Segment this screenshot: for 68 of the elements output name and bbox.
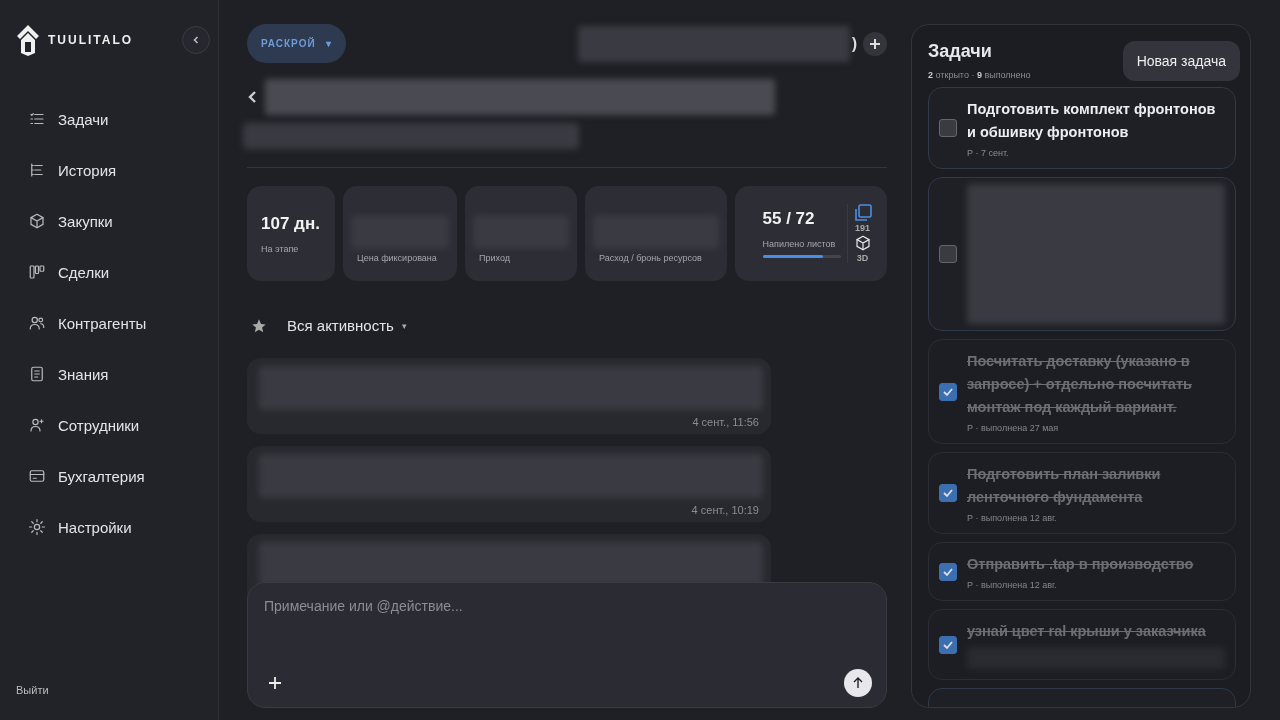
task-checkbox[interactable] <box>939 119 957 137</box>
stat-label: Цена фиксирована <box>356 252 438 263</box>
plus-icon <box>869 37 881 50</box>
stat-label: На этапе <box>261 243 300 254</box>
sidebar-item[interactable]: Сделки <box>28 257 110 287</box>
task-meta: Р · выполнена 27 мая <box>967 423 1060 433</box>
logout-link[interactable]: Выйти <box>0 684 218 696</box>
stat-value: 107 дн. <box>261 213 321 234</box>
task-card[interactable]: Отправить .tap в производство Р · выполнена 12 авг. <box>928 542 1236 601</box>
task-title: узнай цвет ral крыши у заказчика <box>967 622 1207 641</box>
task-summary: 2 открыто · 9 выполнено <box>928 70 1031 80</box>
credit-card-icon <box>28 467 46 485</box>
arrow-up-icon <box>851 676 865 690</box>
task-meta: Р · выполнена 12 авг. <box>967 513 1058 523</box>
task-card[interactable]: Подготовить план заливки ленточного фундамента Р · выполнена 12 авг. <box>928 452 1236 534</box>
sidebar-item[interactable]: Знания <box>28 359 109 389</box>
logo-icon <box>16 24 40 56</box>
send-button[interactable] <box>844 669 872 697</box>
task-title: Подготовить комплект фронтонов и обшивку фронтонов <box>967 100 1217 142</box>
check-icon <box>942 487 954 499</box>
sidebar-item[interactable]: Бухгалтерия <box>28 461 145 491</box>
task-checkbox[interactable] <box>939 562 957 581</box>
copies-icon[interactable] <box>853 204 872 222</box>
stage-dropdown[interactable]: РАСКРОЙ ▾ <box>247 24 346 63</box>
task-checkbox[interactable] <box>939 484 957 502</box>
users-icon <box>28 314 46 332</box>
plus-icon <box>268 676 282 690</box>
cube-icon <box>28 212 46 230</box>
settings-icon <box>28 518 46 536</box>
task-card[interactable]: Посчитать доставку (указано в запросе) + отдельно посчитать монтаж под каждый вариант. Р · выполнена 27 мая <box>928 339 1236 444</box>
columns-icon <box>28 263 46 281</box>
star-icon <box>251 317 267 334</box>
stat-value: 55 / 72 <box>762 209 816 229</box>
back-icon[interactable] <box>247 89 259 105</box>
task-title: Отправить .tap в производство <box>967 555 1195 574</box>
stat-label: Напилено листов <box>762 239 837 249</box>
task-meta: Р · 7 сент. <box>967 148 1010 158</box>
chevron-left-icon <box>191 35 201 45</box>
task-checkbox[interactable] <box>939 382 957 401</box>
activity-time: 4 сент., 11:56 <box>692 416 759 428</box>
task-meta: Р · выполнена 12 авг. <box>967 580 1058 590</box>
new-task-button[interactable]: Новая задача <box>1122 41 1240 81</box>
add-user-icon <box>28 416 46 434</box>
note-input[interactable]: Примечание или @действие... <box>262 597 876 615</box>
task-checkbox[interactable] <box>939 245 957 263</box>
timeline-icon <box>28 161 46 179</box>
activity-time: 4 сент., 10:19 <box>691 504 759 516</box>
sidebar-item[interactable]: Настройки <box>28 512 132 542</box>
sidebar-item[interactable]: Контрагенты <box>28 308 147 338</box>
stat-label: Расход / бронь ресурсов <box>598 252 703 263</box>
activity-filter-dropdown[interactable]: Вся активность ▾ <box>287 317 407 334</box>
stat-label: Приход <box>478 252 511 263</box>
cube-icon <box>853 234 872 252</box>
stat-label: 191 <box>855 223 870 233</box>
panel-title: Задачи <box>928 41 993 62</box>
document-icon <box>28 365 46 383</box>
brand-name: TUULITALO <box>48 33 135 47</box>
sidebar-item[interactable]: Закупки <box>28 206 113 236</box>
stat-label: 3D <box>856 253 869 263</box>
sidebar-item[interactable]: Сотрудники <box>28 410 140 440</box>
task-title: Посчитать доставку (указано в запросе) + отдельно посчитать монтаж под каждый вариант. <box>967 352 1193 417</box>
sidebar-item[interactable]: Задачи <box>28 104 109 134</box>
task-title: Подготовить план заливки ленточного фундамента <box>967 465 1162 507</box>
task-checkbox[interactable] <box>939 635 957 654</box>
add-button[interactable] <box>863 31 887 56</box>
task-card[interactable]: Подготовить комплект фронтонов и обшивку фронтонов Р · 7 сент. <box>928 87 1236 169</box>
title-fragment: ) <box>851 34 857 53</box>
sidebar-item[interactable]: История <box>28 155 117 185</box>
